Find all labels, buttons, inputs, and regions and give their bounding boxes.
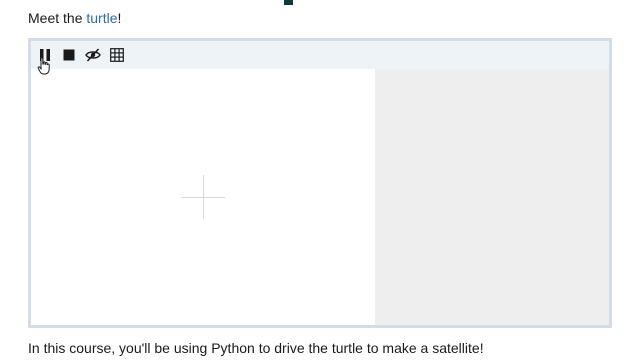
eye-off-icon (85, 48, 101, 62)
hand-cursor-icon (37, 57, 50, 75)
intro-prefix: Meet the (28, 10, 87, 26)
page: Meet the turtle! In this course, you'll … (0, 0, 640, 360)
turtle-link[interactable]: turtle (86, 10, 117, 26)
output-panel (375, 69, 609, 325)
grid-button[interactable] (109, 47, 125, 63)
turtle-widget (28, 38, 612, 328)
top-marker (284, 0, 293, 5)
hide-turtle-button[interactable] (85, 47, 101, 63)
stop-icon (63, 49, 75, 61)
intro-suffix: ! (117, 10, 122, 26)
course-description: In this course, you'll be using Python t… (28, 340, 484, 356)
turtle-canvas[interactable] (31, 69, 375, 325)
origin-crosshair-vertical (203, 175, 204, 219)
stop-button[interactable] (61, 47, 77, 63)
intro-text: Meet the turtle! (28, 9, 121, 27)
turtle-toolbar (31, 41, 609, 69)
grid-icon (110, 48, 124, 62)
